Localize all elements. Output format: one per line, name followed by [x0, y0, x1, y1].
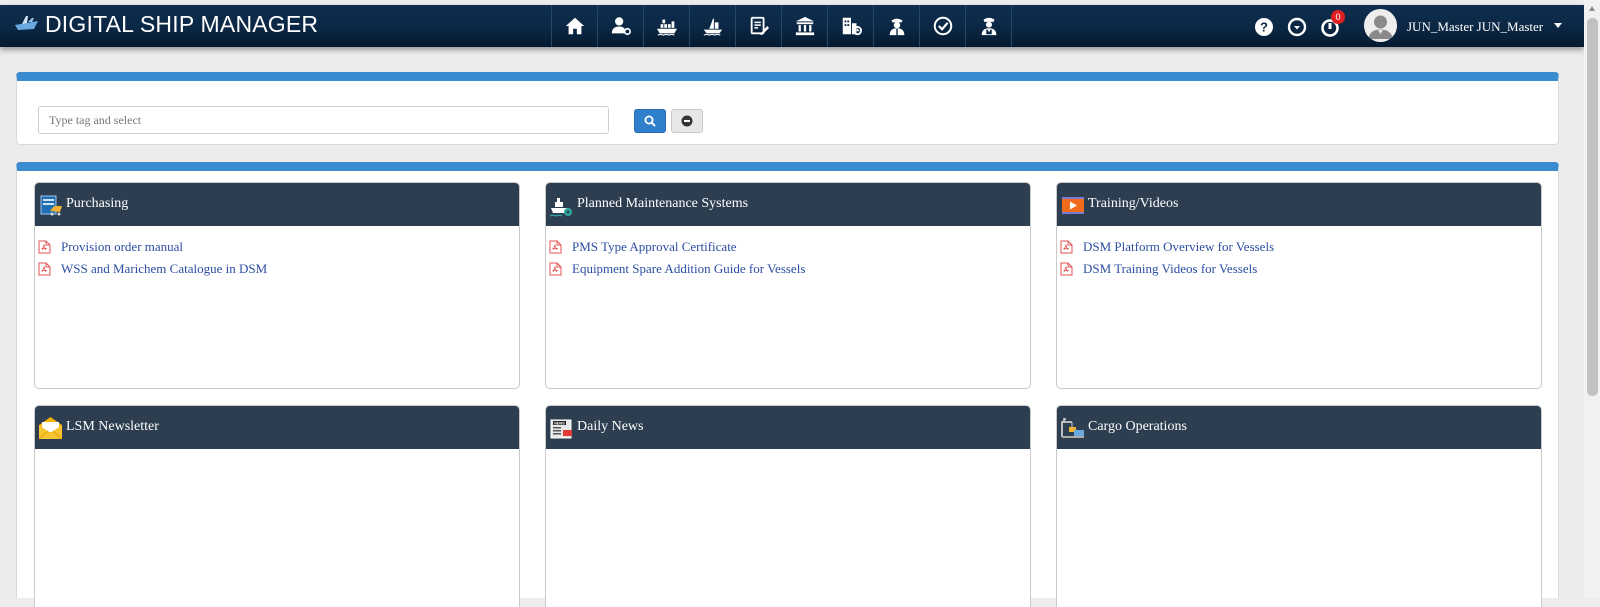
- main-nav: [551, 5, 1012, 47]
- card-title: Training/Videos: [1088, 196, 1179, 211]
- card-training-videos: Training/Videos DSM Platform Overview fo…: [1056, 182, 1542, 389]
- scroll-thumb[interactable]: [1587, 18, 1598, 396]
- document-link[interactable]: PMS Type Approval Certificate: [572, 239, 737, 255]
- card-title: Planned Maintenance Systems: [577, 196, 749, 211]
- document-link[interactable]: WSS and Marichem Catalogue in DSM: [61, 261, 267, 277]
- scroll-up-arrow-icon[interactable]: [1589, 6, 1595, 11]
- header-tools: ? 0: [1254, 10, 1353, 39]
- building-chart-icon[interactable]: [827, 5, 873, 47]
- question-icon[interactable]: ?: [1254, 17, 1274, 37]
- card-header: NEWS Daily News: [546, 406, 1030, 449]
- card-planned-maintenance: Planned Maintenance Systems PMS Type App…: [545, 182, 1031, 389]
- clear-button[interactable]: [671, 109, 703, 133]
- card-header: LSM Newsletter: [35, 406, 519, 449]
- top-bar: DIGITAL SHIP MANAGER ? 0 JUN_Master JUN_…: [0, 5, 1584, 47]
- card-cargo-operations: Cargo Operations: [1056, 405, 1542, 607]
- user-settings-icon[interactable]: [597, 5, 643, 47]
- pdf-icon: [549, 262, 562, 276]
- card-purchasing: Purchasing Provision order manual WSS an…: [34, 182, 520, 389]
- card-header: Purchasing: [35, 183, 519, 226]
- card-lsm-newsletter: LSM Newsletter: [34, 405, 520, 607]
- notification-badge: 0: [1331, 10, 1345, 24]
- pdf-icon: [38, 262, 51, 276]
- list-item[interactable]: PMS Type Approval Certificate: [546, 236, 1030, 258]
- pdf-icon: [38, 240, 51, 254]
- card-title: Cargo Operations: [1088, 419, 1187, 434]
- list-item[interactable]: DSM Training Videos for Vessels: [1057, 258, 1541, 280]
- page-scrollbar[interactable]: [1584, 0, 1600, 598]
- cargo-icon: [1061, 418, 1084, 438]
- content-panel: Purchasing Provision order manual WSS an…: [16, 162, 1559, 607]
- pdf-icon: [549, 240, 562, 254]
- pdf-icon: [1060, 240, 1073, 254]
- newsletter-icon: [38, 417, 63, 440]
- search-button[interactable]: [634, 109, 666, 133]
- captain-icon[interactable]: [965, 5, 1012, 47]
- link-list: DSM Platform Overview for Vessels DSM Tr…: [1057, 226, 1541, 280]
- avatar[interactable]: [1364, 9, 1397, 42]
- ship-logo-icon: [15, 16, 38, 30]
- document-link[interactable]: DSM Platform Overview for Vessels: [1083, 239, 1274, 255]
- document-edit-icon[interactable]: [735, 5, 781, 47]
- card-title: LSM Newsletter: [66, 419, 159, 434]
- bell-icon[interactable]: 0: [1320, 10, 1345, 37]
- search-icon: [644, 115, 656, 127]
- list-item[interactable]: DSM Platform Overview for Vessels: [1057, 236, 1541, 258]
- list-item[interactable]: Equipment Spare Addition Guide for Vesse…: [546, 258, 1030, 280]
- search-panel: [16, 72, 1559, 145]
- svg-text:NEWS: NEWS: [554, 421, 565, 425]
- card-header: Planned Maintenance Systems: [546, 183, 1030, 226]
- user-name[interactable]: JUN_Master JUN_Master: [1407, 19, 1543, 35]
- card-daily-news: NEWS Daily News: [545, 405, 1031, 607]
- document-link[interactable]: Equipment Spare Addition Guide for Vesse…: [572, 261, 805, 277]
- video-icon: [1062, 197, 1084, 214]
- purchasing-icon: [40, 195, 62, 216]
- card-header: Cargo Operations: [1057, 406, 1541, 449]
- list-item[interactable]: Provision order manual: [35, 236, 519, 258]
- user-menu-chevron-down-icon[interactable]: [1554, 23, 1562, 28]
- news-icon: NEWS: [550, 419, 572, 439]
- download-icon[interactable]: [1287, 17, 1307, 37]
- card-title: Daily News: [577, 419, 644, 434]
- document-link[interactable]: DSM Training Videos for Vessels: [1083, 261, 1257, 277]
- list-item[interactable]: WSS and Marichem Catalogue in DSM: [35, 258, 519, 280]
- tag-search-input[interactable]: [38, 106, 609, 134]
- ship-icon[interactable]: [643, 5, 689, 47]
- app-title: DIGITAL SHIP MANAGER: [45, 11, 319, 37]
- home-icon[interactable]: [551, 5, 597, 47]
- crew-icon[interactable]: [873, 5, 919, 47]
- card-title: Purchasing: [66, 196, 129, 211]
- document-link[interactable]: Provision order manual: [61, 239, 183, 255]
- card-header: Training/Videos: [1057, 183, 1541, 226]
- maintenance-icon: [549, 198, 572, 217]
- svg-text:?: ?: [1260, 20, 1268, 35]
- minus-circle-icon: [681, 115, 693, 127]
- checklist-badge-icon[interactable]: [919, 5, 965, 47]
- link-list: PMS Type Approval Certificate Equipment …: [546, 226, 1030, 280]
- link-list: Provision order manual WSS and Marichem …: [35, 226, 519, 280]
- bank-icon[interactable]: [781, 5, 827, 47]
- pdf-icon: [1060, 262, 1073, 276]
- cargo-ship-icon[interactable]: [689, 5, 735, 47]
